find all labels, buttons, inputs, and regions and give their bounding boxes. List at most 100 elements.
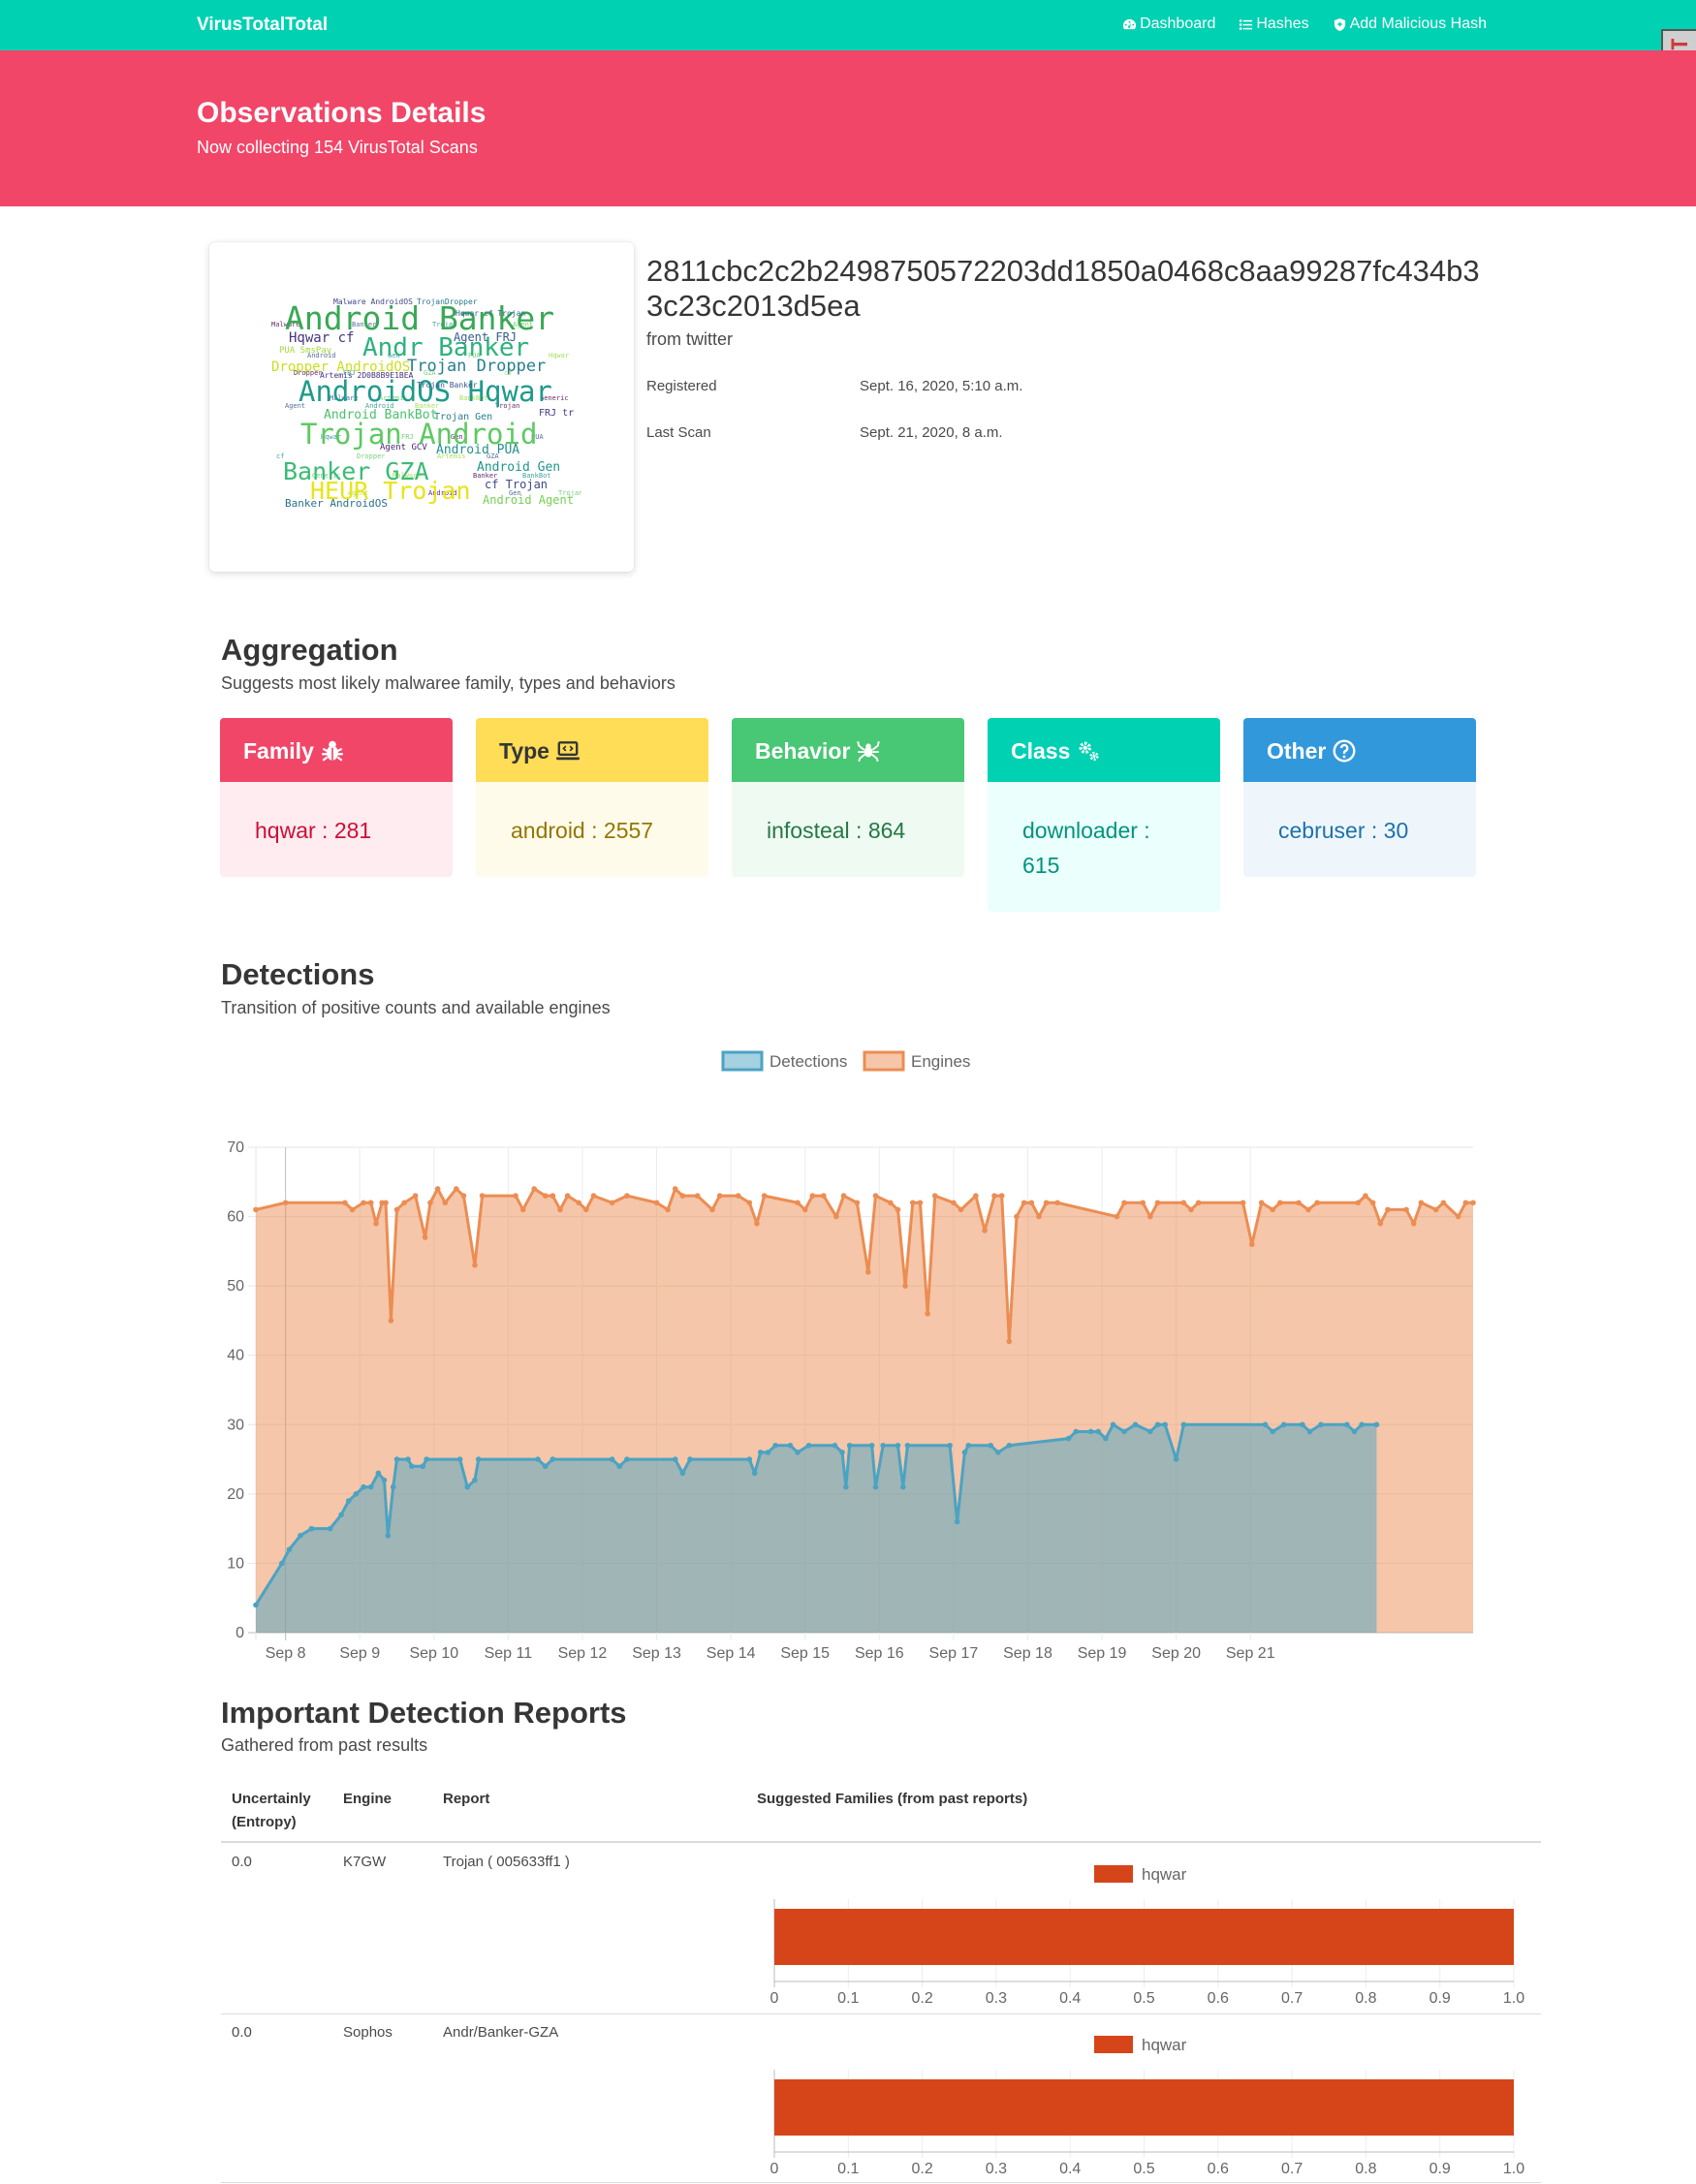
data-point xyxy=(616,1463,623,1470)
data-point xyxy=(1373,1421,1380,1428)
observation-hash: 2811cbc2c2b2498750572203dd1850a0468c8aa9… xyxy=(646,254,1480,323)
data-point xyxy=(373,1220,379,1227)
data-point xyxy=(576,1200,581,1206)
data-point xyxy=(925,1310,930,1317)
data-point xyxy=(1087,1428,1094,1435)
behavior-card: Behavior infosteal : 864 xyxy=(732,718,964,877)
data-point xyxy=(746,1456,753,1462)
registered-value: Sept. 16, 2020, 5:10 a.m. xyxy=(860,378,1023,394)
other-card: Other cebruser : 30 xyxy=(1243,718,1476,877)
y-tick-label: 0 xyxy=(236,1625,244,1641)
data-point xyxy=(821,1193,827,1199)
nav-add-hash-link[interactable]: Add Malicious Hash xyxy=(1333,16,1487,33)
x-tick-label: Sep 8 xyxy=(266,1645,306,1662)
data-point xyxy=(832,1442,838,1449)
data-point xyxy=(1410,1220,1417,1227)
nav-hashes-link[interactable]: Hashes xyxy=(1239,16,1309,33)
col-header-families: Suggested Families (from past reports) xyxy=(757,1791,1028,1807)
detections-chart: 0 10 20 30 40 50 60 70 Sep 8 Sep 9 Sep 10 Sep 11 Sep… xyxy=(194,1037,1492,1667)
x-tick-label: Sep 10 xyxy=(409,1645,458,1662)
wordcloud-word: PUA SmsPay xyxy=(279,346,332,356)
last-scan-value: Sept. 21, 2020, 8 a.m. xyxy=(860,424,1003,441)
data-point xyxy=(917,1200,924,1206)
wordcloud-word: Hqwar xyxy=(549,352,570,359)
data-point xyxy=(1132,1421,1139,1428)
data-point xyxy=(609,1200,615,1206)
data-point xyxy=(361,1200,366,1206)
class-card-header: Class xyxy=(988,718,1220,782)
wordcloud-word: Trojan Banker xyxy=(417,381,478,390)
data-point xyxy=(427,1200,433,1206)
row-engine: K7GW xyxy=(343,1854,387,1870)
list-icon xyxy=(1240,18,1253,30)
data-point xyxy=(1014,1213,1020,1220)
data-point xyxy=(991,1193,997,1199)
table-row-divider xyxy=(221,2182,1541,2183)
wordcloud-word: Trojan Dropper xyxy=(407,357,547,376)
data-point xyxy=(1173,1456,1179,1462)
data-point xyxy=(1162,1421,1168,1428)
data-point xyxy=(1073,1428,1080,1435)
data-point xyxy=(338,1512,344,1518)
data-point xyxy=(1154,1200,1161,1206)
family-card-body: hqwar : 281 xyxy=(220,782,453,877)
behavior-value: infosteal : 864 xyxy=(767,818,906,843)
data-point xyxy=(349,1206,356,1213)
legend-swatch-detections xyxy=(721,1050,764,1072)
brand-logo[interactable]: VirusTotalTotal xyxy=(197,15,328,36)
data-point xyxy=(590,1193,597,1199)
data-point xyxy=(286,1546,293,1552)
data-point xyxy=(1103,1435,1109,1442)
y-tick-label: 40 xyxy=(227,1348,244,1364)
x-tick-label: Sep 13 xyxy=(632,1645,681,1662)
data-point xyxy=(298,1533,303,1539)
data-point xyxy=(1121,1428,1127,1435)
data-point xyxy=(795,1450,801,1455)
registered-row: Registered Sept. 16, 2020, 5:10 a.m. xyxy=(646,378,1022,394)
data-point xyxy=(542,1193,549,1199)
data-point xyxy=(393,1456,400,1462)
hero-banner: Observations Details Now collecting 154 … xyxy=(0,50,1696,206)
data-point xyxy=(1006,1442,1013,1449)
data-point xyxy=(1300,1421,1305,1428)
data-point xyxy=(1280,1421,1287,1428)
data-point xyxy=(412,1193,419,1199)
data-point xyxy=(479,1193,486,1199)
data-point xyxy=(460,1193,467,1199)
data-point xyxy=(795,1200,801,1206)
data-point xyxy=(954,1518,960,1525)
wordcloud-word: Android Gen xyxy=(477,460,561,475)
reports-subtitle: Gathered from past results xyxy=(221,1735,428,1755)
data-point xyxy=(420,1463,426,1470)
observation-source: from twitter xyxy=(646,329,734,349)
type-card-body: android : 2557 xyxy=(476,782,708,877)
x-tick-label: Sep 16 xyxy=(855,1645,904,1662)
x-tick-label: Sep 19 xyxy=(1078,1645,1127,1662)
data-point xyxy=(1180,1200,1187,1206)
x-tick-label: 0.8 xyxy=(1355,2161,1376,2176)
data-point xyxy=(422,1234,428,1240)
data-point xyxy=(809,1193,816,1199)
data-point xyxy=(367,1200,374,1206)
data-point xyxy=(761,1193,768,1199)
row-engine: Sophos xyxy=(343,2024,393,2041)
legend-label: Detections xyxy=(769,1052,847,1071)
wordcloud-word: cf Trojan xyxy=(485,478,549,491)
data-point xyxy=(1095,1428,1102,1435)
data-point xyxy=(805,1442,812,1449)
registered-label: Registered xyxy=(646,378,717,394)
data-point xyxy=(1262,1421,1269,1428)
nav-dashboard-link[interactable]: Dashboard xyxy=(1122,16,1215,33)
x-tick-label: 1.0 xyxy=(1503,1990,1524,2006)
behavior-card-body: infosteal : 864 xyxy=(732,782,964,877)
data-point xyxy=(965,1442,972,1449)
data-point xyxy=(1385,1206,1391,1213)
x-tick-label: Sep 12 xyxy=(558,1645,608,1662)
data-point xyxy=(1344,1421,1350,1428)
spider-icon xyxy=(857,741,881,763)
data-point xyxy=(772,1442,778,1449)
x-tick-label: 0.2 xyxy=(911,2161,932,2176)
legend-swatch-engines xyxy=(863,1050,905,1072)
col-header-engine: Engine xyxy=(343,1791,393,1807)
nav-add-hash-label: Add Malicious Hash xyxy=(1349,16,1487,32)
